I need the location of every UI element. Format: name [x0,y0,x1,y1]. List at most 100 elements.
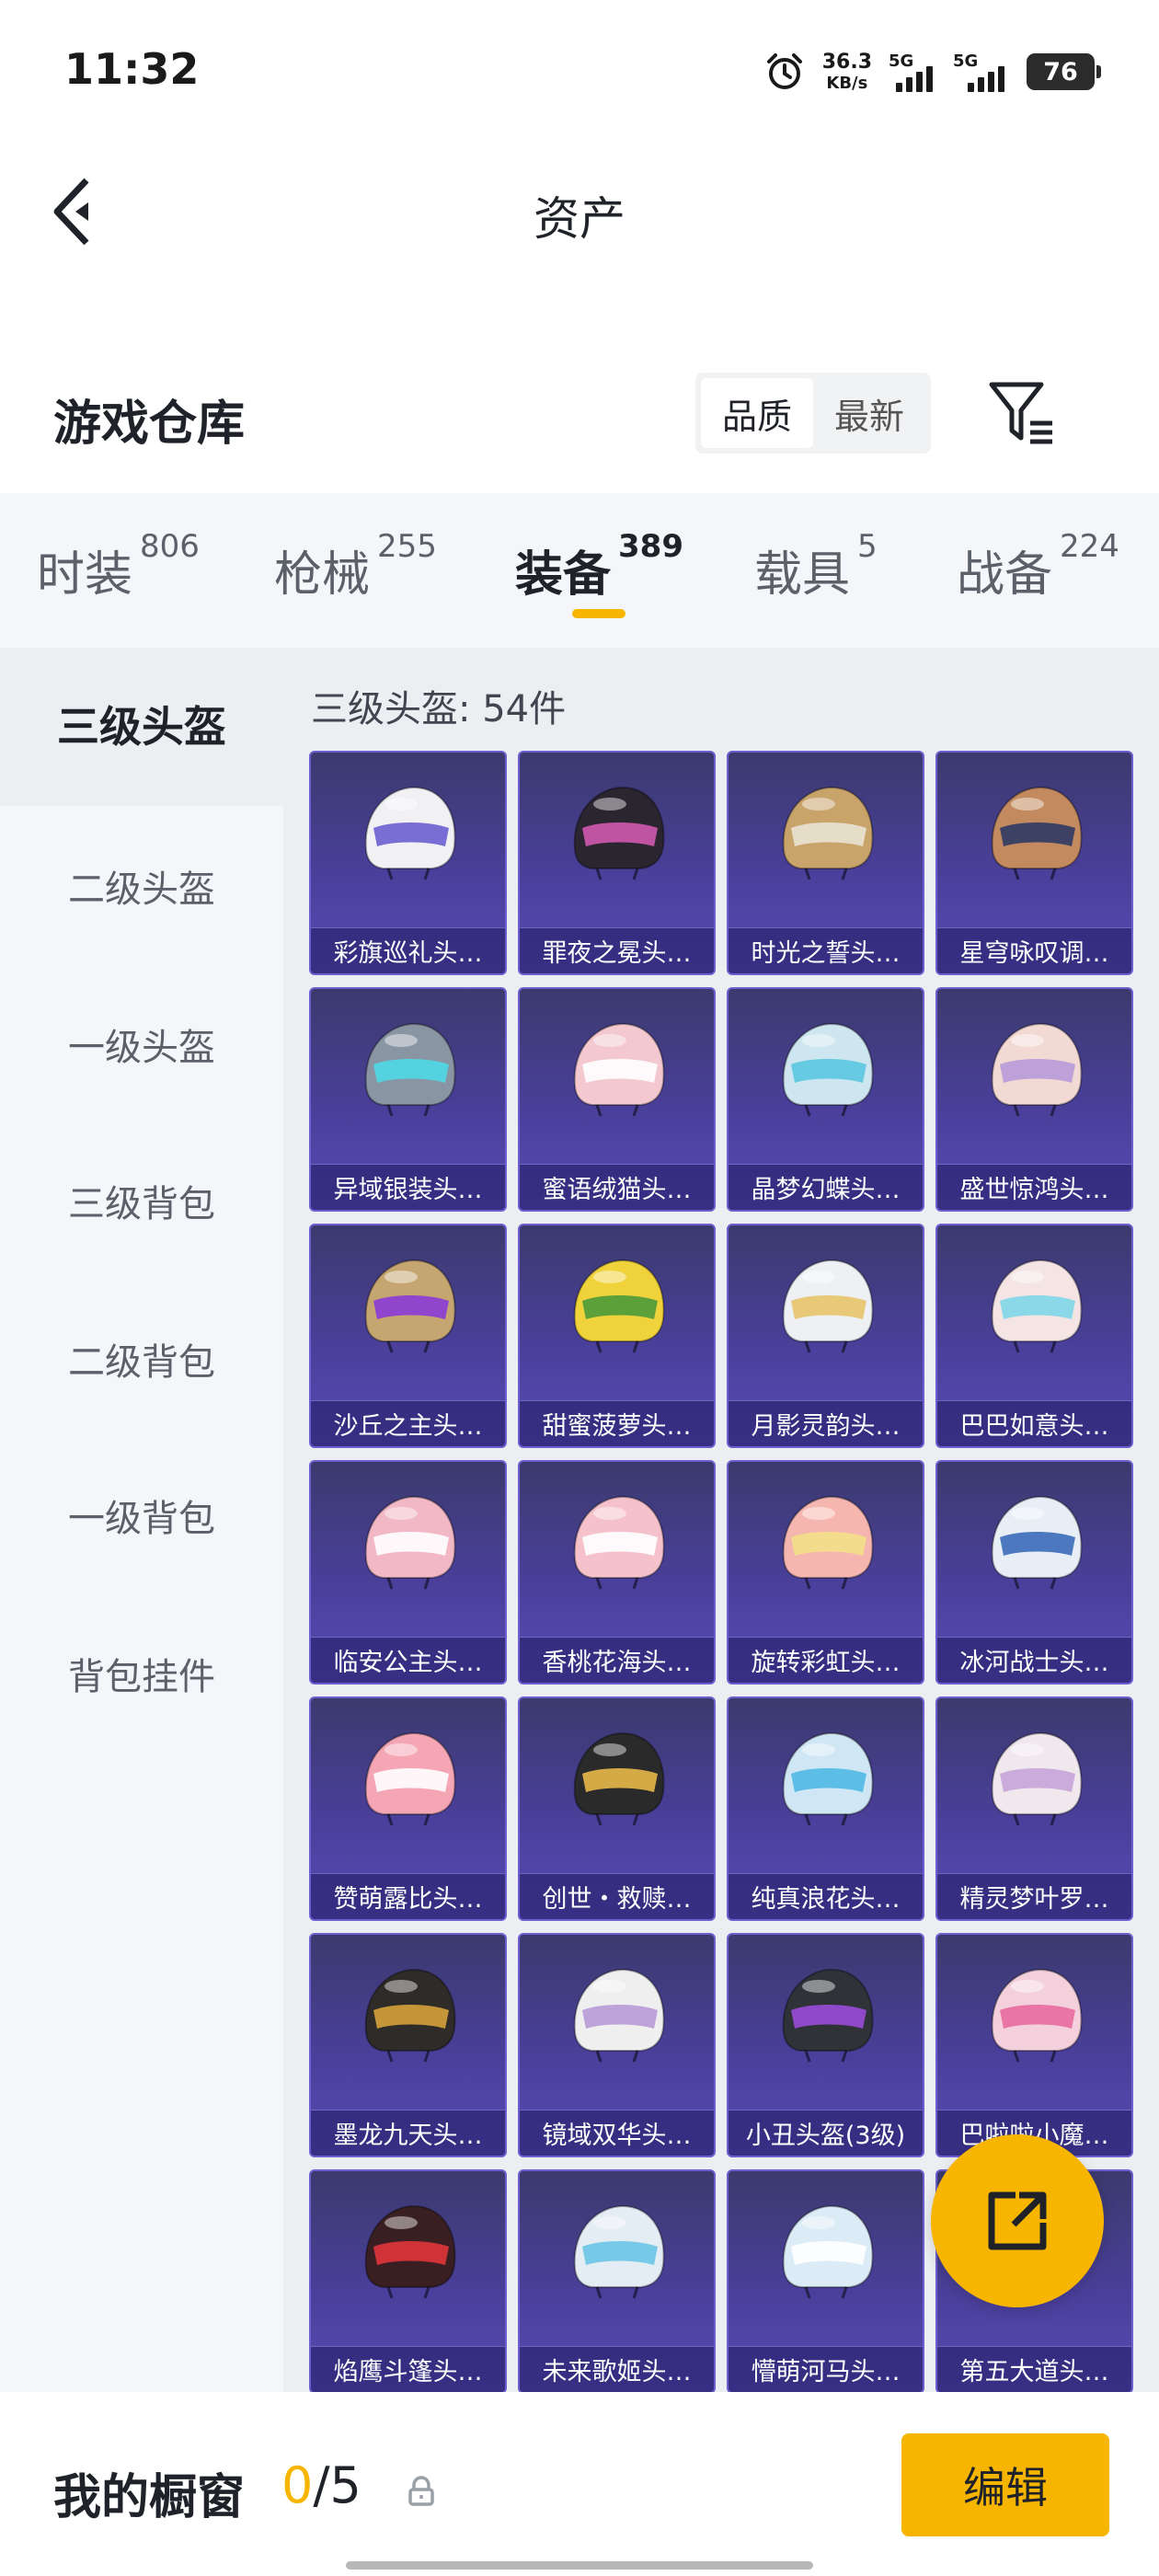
sidebar-item-level3-backpack[interactable]: 三级背包 [0,1174,283,1227]
tab-fashion[interactable]: 时装806 [37,528,200,604]
tab-count: 224 [1060,528,1119,565]
helmet-name: 盛世惊鸿头… [937,1164,1131,1210]
helmet-image-icon [782,1968,874,2063]
helmet-image-icon [991,1259,1083,1353]
tab-label: 装备 [515,547,612,603]
helmet-card[interactable]: 蜜语绒猫头… [518,987,716,1212]
tab-vehicles[interactable]: 载具5 [754,528,878,604]
sort-option-quality[interactable]: 品质 [701,378,813,448]
helmet-image-icon [364,786,456,880]
helmet-name: 镜域双华头… [520,2110,714,2156]
active-tab-indicator [572,609,625,618]
helmet-card[interactable]: 罪夜之冕头… [518,751,716,975]
showcase-total: /5 [313,2456,361,2514]
showcase-count: 0/5 [281,2456,361,2514]
sim2-label: 5G [953,52,979,71]
sidebar-item-level1-backpack[interactable]: 一级背包 [0,1489,283,1542]
net-speed-value: 36.3 [821,50,872,74]
helmet-image-icon [364,1022,456,1117]
helmet-card[interactable]: 盛世惊鸿头… [935,987,1133,1212]
helmet-name: 懵萌河马头… [729,2346,923,2392]
helmet-card[interactable]: 星穹咏叹调… [935,751,1133,975]
helmet-image-icon [782,1731,874,1826]
helmet-card[interactable]: 赞萌露比头… [309,1696,507,1921]
sort-option-newest[interactable]: 最新 [813,378,925,448]
helmet-name: 赞萌露比头… [311,1873,505,1919]
helmet-image-icon [364,1259,456,1353]
tab-firearms[interactable]: 枪械255 [274,528,437,604]
helmet-image-icon [573,1731,665,1826]
helmet-name: 旋转彩虹头… [729,1637,923,1683]
helmet-card[interactable]: 甜蜜菠萝头… [518,1224,716,1448]
sim1-label: 5G [889,52,914,71]
helmet-card[interactable]: 焰鹰斗篷头… [309,2169,507,2392]
helmet-image-icon [782,2204,874,2299]
helmet-image-icon [364,2204,456,2299]
helmet-name: 精灵梦叶罗… [937,1873,1131,1919]
helmet-image-icon [364,1731,456,1826]
helmet-card[interactable]: 冰河战士头… [935,1460,1133,1685]
helmet-card[interactable]: 异域银装头… [309,987,507,1212]
helmet-card[interactable]: 墨龙九天头… [309,1933,507,2157]
edit-button[interactable]: 编辑 [901,2433,1109,2536]
page-title: 资产 [534,192,625,246]
sidebar-item-level2-helmet[interactable]: 二级头盔 [0,859,283,913]
status-bar: 11:32 36.3 KB/s 5G 5G 76 [0,0,1159,138]
helmet-card[interactable]: 临安公主头… [309,1460,507,1685]
helmet-card[interactable]: 懵萌河马头… [727,2169,924,2392]
tab-count: 255 [377,528,437,565]
helmet-image-icon [991,1731,1083,1826]
helmet-card[interactable]: 小丑头盔(3级) [727,1933,924,2157]
helmet-name: 墨龙九天头… [311,2110,505,2156]
helmet-image-icon [782,1259,874,1353]
helmet-card[interactable]: 巴巴如意头… [935,1224,1133,1448]
sidebar-item-level2-backpack[interactable]: 二级背包 [0,1332,283,1386]
helmet-name: 沙丘之主头… [311,1400,505,1446]
signal-sim1-icon: 5G [889,52,936,92]
helmet-image-icon [573,1259,665,1353]
home-indicator[interactable] [346,2561,813,2570]
network-speed: 36.3 KB/s [822,52,872,92]
subcategory-sidebar: 三级头盔 二级头盔 一级头盔 三级背包 二级背包 一级背包 背包挂件 [0,648,283,2392]
helmet-card[interactable]: 纯真浪花头… [727,1696,924,1921]
helmet-name: 彩旗巡礼头… [311,927,505,973]
tab-equipment[interactable]: 装备389 [515,528,683,604]
helmet-card[interactable]: 晶梦幻蝶头… [727,987,924,1212]
helmet-name: 星穹咏叹调… [937,927,1131,973]
filter-icon[interactable] [986,377,1058,449]
helmet-card[interactable]: 巴啦啦小魔… [935,1933,1133,2157]
helmet-card[interactable]: 精灵梦叶罗… [935,1696,1133,1921]
sidebar-item-level3-helmet[interactable]: 三级头盔 [0,648,283,806]
helmet-image-icon [782,786,874,880]
share-button[interactable] [931,2134,1104,2307]
helmet-card[interactable]: 沙丘之主头… [309,1224,507,1448]
helmet-name: 临安公主头… [311,1637,505,1683]
helmet-name: 焰鹰斗篷头… [311,2346,505,2392]
helmet-card[interactable]: 创世・救赎… [518,1696,716,1921]
tab-label: 战备 [957,547,1053,603]
helmet-card[interactable]: 彩旗巡礼头… [309,751,507,975]
helmet-name: 异域银装头… [311,1164,505,1210]
showcase-filled: 0 [281,2456,314,2514]
helmet-image-icon [573,2204,665,2299]
helmet-image-icon [573,1022,665,1117]
helmet-card[interactable]: 香桃花海头… [518,1460,716,1685]
helmet-card[interactable]: 时光之誓头… [727,751,924,975]
helmet-card[interactable]: 旋转彩虹头… [727,1460,924,1685]
status-indicators: 36.3 KB/s 5G 5G 76 [763,44,1101,99]
category-tabs: 时装806 枪械255 装备389 载具5 战备224 [0,493,1159,648]
helmet-card[interactable]: 月影灵韵头… [727,1224,924,1448]
sidebar-item-backpack-charm[interactable]: 背包挂件 [0,1647,283,1700]
helmet-card[interactable]: 镜域双华头… [518,1933,716,2157]
helmet-name: 纯真浪花头… [729,1873,923,1919]
tab-label: 载具 [754,547,851,603]
helmet-image-icon [573,786,665,880]
item-grid-area: 三级头盔: 54件 彩旗巡礼头… 罪夜之冕头… 时光之誓头… 星穹咏叹调… 异域银装头…… [283,648,1159,2392]
share-icon [988,2191,1047,2250]
section-title: 游戏仓库 [53,397,246,452]
helmet-name: 冰河战士头… [937,1637,1131,1683]
helmet-card[interactable]: 未来歌姬头… [518,2169,716,2392]
tab-gear[interactable]: 战备224 [957,528,1119,604]
sidebar-item-level1-helmet[interactable]: 一级头盔 [0,1018,283,1071]
helmet-name: 第五大道头… [937,2346,1131,2392]
